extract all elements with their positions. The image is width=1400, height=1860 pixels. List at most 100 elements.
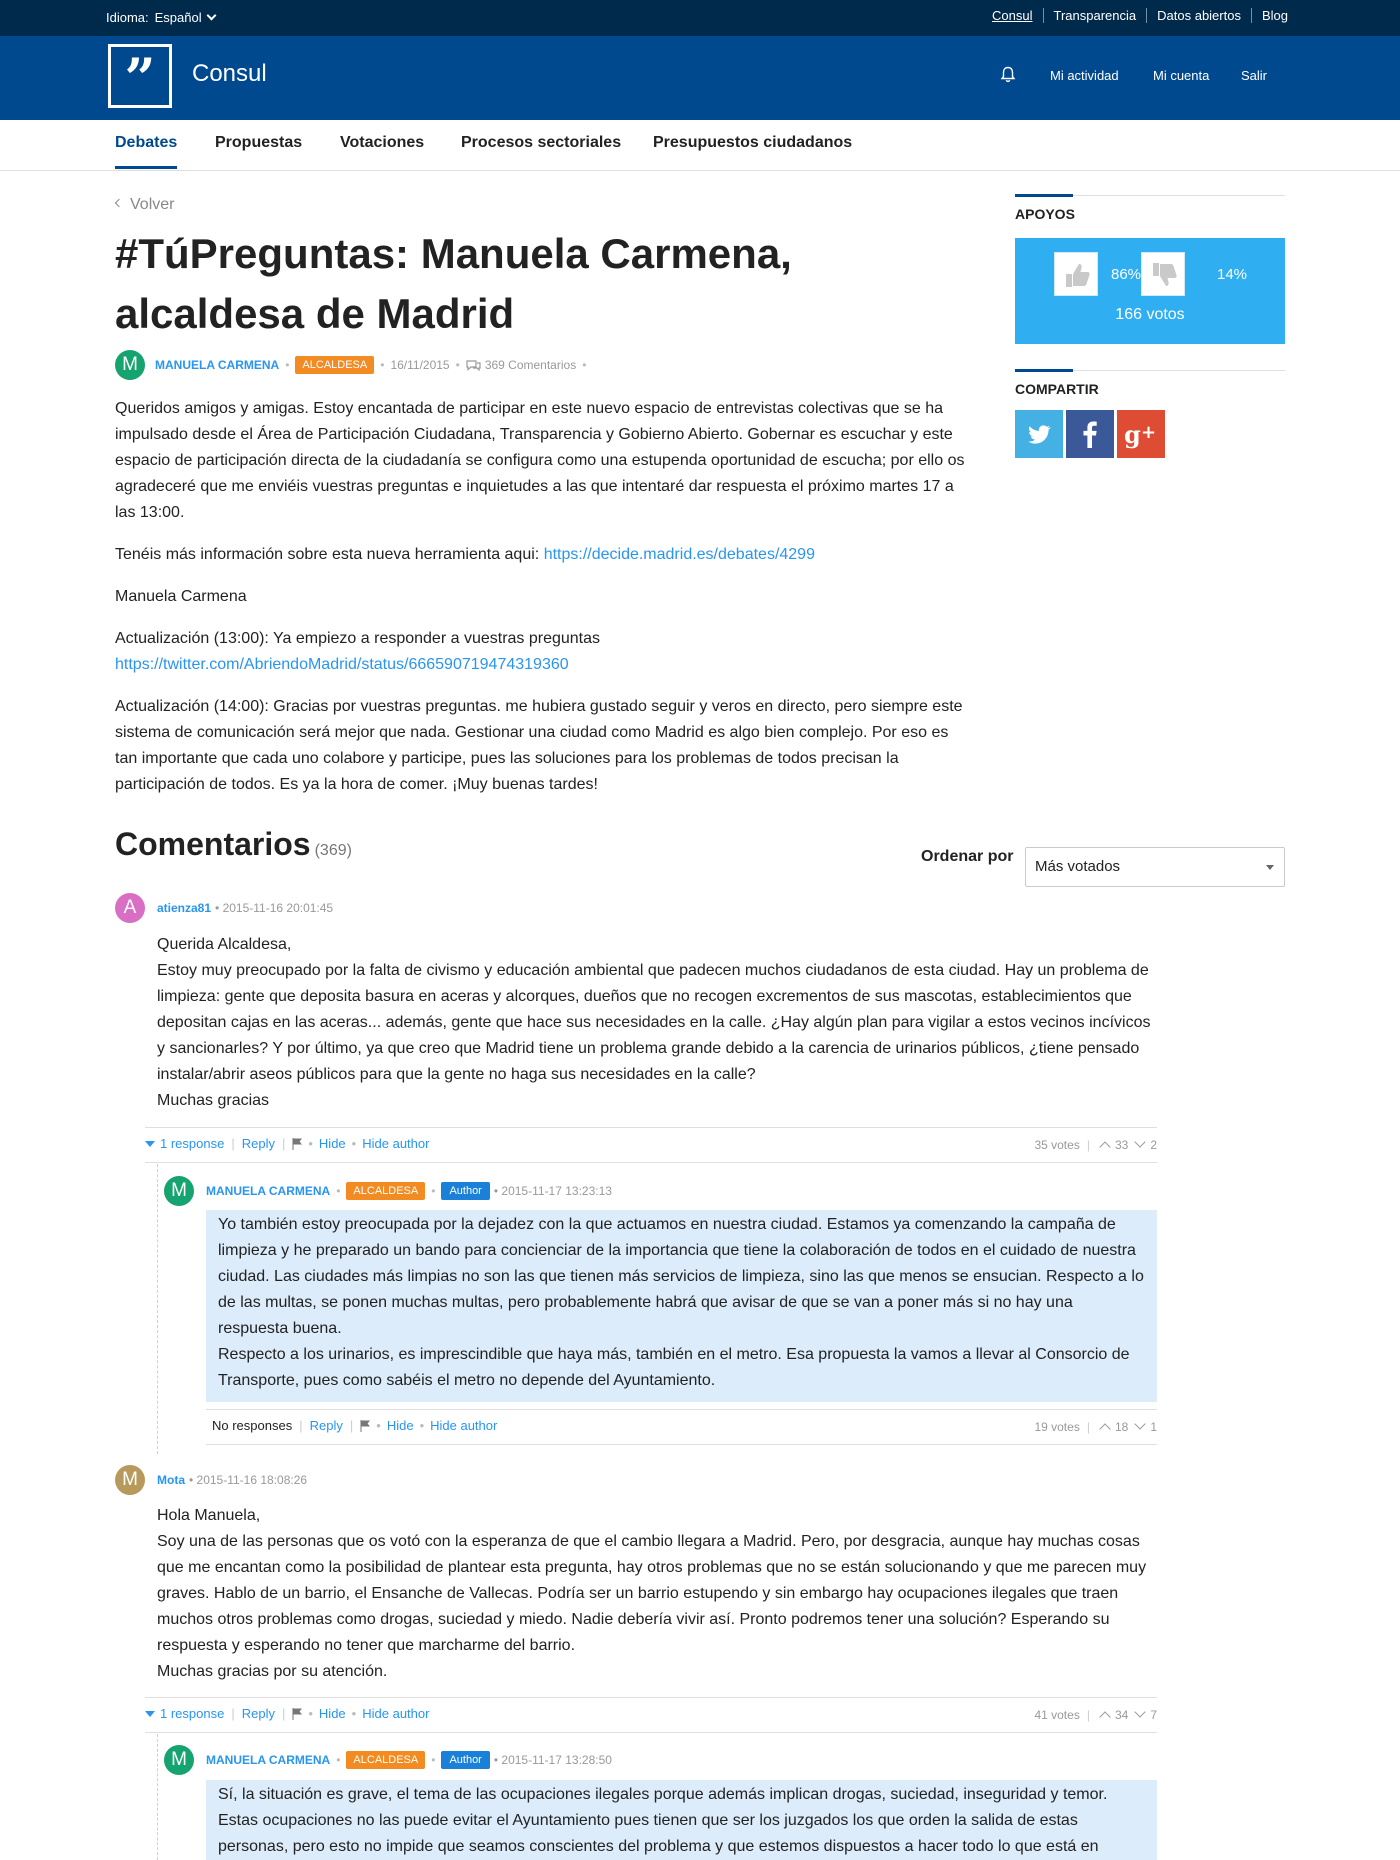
toplink-transparencia[interactable]: Transparencia xyxy=(1042,8,1147,23)
comments-count-link[interactable]: 369 Comentarios xyxy=(485,358,576,372)
avatar: M xyxy=(115,350,145,380)
vote-down-icon[interactable] xyxy=(1134,1418,1146,1430)
separator-dot: • xyxy=(351,1706,357,1721)
header-link-salir[interactable]: Salir xyxy=(1241,68,1267,83)
hide-link[interactable]: Hide xyxy=(387,1418,414,1433)
nav-item-votaciones[interactable]: Votaciones xyxy=(340,134,424,166)
reply-author[interactable]: MANUELA CARMENA xyxy=(206,1184,330,1198)
hide-author-link[interactable]: Hide author xyxy=(362,1706,429,1721)
reply-actions-left: No responses | Reply | • Hide • Hide aut… xyxy=(212,1418,497,1433)
votes-down-count: 1 xyxy=(1150,1420,1157,1434)
nav-item-presupuestos-ciudadanos[interactable]: Presupuestos ciudadanos xyxy=(653,134,852,166)
responses-toggle[interactable]: 1 response xyxy=(160,1136,224,1151)
votes-down-count: 2 xyxy=(1150,1138,1157,1152)
vote-down-icon[interactable] xyxy=(1134,1706,1146,1718)
separator-dot: • xyxy=(455,358,460,372)
separator: | xyxy=(1086,1420,1090,1434)
separator-dot: • xyxy=(336,1753,341,1767)
bell-icon[interactable] xyxy=(1000,66,1016,84)
nav-item-procesos-sectoriales[interactable]: Procesos sectoriales xyxy=(461,134,621,166)
twitter-status-link[interactable]: https://twitter.com/AbriendoMadrid/statu… xyxy=(115,656,569,673)
votes-count: 35 votes xyxy=(1034,1138,1080,1152)
logo[interactable]: ” xyxy=(108,44,172,108)
language-selector[interactable]: Idioma: Español xyxy=(106,10,217,25)
toplink-blog[interactable]: Blog xyxy=(1250,8,1288,23)
hide-author-link[interactable]: Hide author xyxy=(430,1418,497,1433)
supports-heading: APOYOS xyxy=(1015,194,1285,222)
language-value[interactable]: Español xyxy=(155,10,202,25)
reply-link[interactable]: Reply xyxy=(242,1136,275,1151)
share-facebook-button[interactable] xyxy=(1066,410,1114,458)
votes-down-count: 7 xyxy=(1150,1708,1157,1722)
comments-icon xyxy=(466,360,481,371)
order-selected-value: Más votados xyxy=(1035,858,1121,875)
reply-link[interactable]: Reply xyxy=(242,1706,275,1721)
separator-dot: • xyxy=(336,1184,341,1198)
avatar: A xyxy=(115,893,145,923)
back-link[interactable]: Volver xyxy=(114,196,175,214)
like-percentage: 86% xyxy=(1111,266,1142,283)
vote-down-icon[interactable] xyxy=(1134,1136,1146,1148)
comment-author[interactable]: atienza81 xyxy=(157,901,211,915)
debate-paragraph-text: Tenéis más información sobre esta nueva … xyxy=(115,546,540,563)
separator: | xyxy=(1086,1138,1090,1152)
chevron-down-icon xyxy=(206,10,217,21)
site-name[interactable]: Consul xyxy=(192,60,267,88)
debate-author[interactable]: MANUELA CARMENA xyxy=(155,358,279,372)
thumbs-down-icon xyxy=(1153,263,1177,286)
like-button[interactable] xyxy=(1054,252,1098,296)
caret-down-icon xyxy=(1266,865,1274,870)
official-badge: ALCALDESA xyxy=(295,356,375,374)
caret-down-icon xyxy=(145,1710,155,1717)
separator: | xyxy=(349,1418,354,1433)
reply-body: Sí, la situación es grave, el tema de la… xyxy=(206,1780,1157,1860)
dislike-button[interactable] xyxy=(1141,252,1185,296)
toplink-consul[interactable]: Consul xyxy=(992,8,1042,23)
header-link-mi-cuenta[interactable]: Mi cuenta xyxy=(1153,68,1209,83)
hide-link[interactable]: Hide xyxy=(319,1706,346,1721)
avatar: M xyxy=(115,1465,145,1495)
vote-up-icon[interactable] xyxy=(1099,1141,1111,1153)
vote-up-icon[interactable] xyxy=(1099,1423,1111,1435)
comment-body: Hola Manuela, Soy una de las personas qu… xyxy=(157,1507,1147,1680)
votes-count: 19 votes xyxy=(1034,1420,1080,1434)
separator-dot: • xyxy=(582,358,587,372)
official-badge: ALCALDESA xyxy=(346,1751,426,1769)
comment-header: A atienza81 • 2015-11-16 20:01:45 xyxy=(115,893,333,923)
vote-up-icon[interactable] xyxy=(1099,1711,1111,1723)
votes-up-count: 34 xyxy=(1114,1708,1129,1722)
flag-icon[interactable] xyxy=(360,1419,371,1432)
reply-header: M MANUELA CARMENA • ALCALDESA • Author •… xyxy=(164,1745,612,1775)
reply-author[interactable]: MANUELA CARMENA xyxy=(206,1753,330,1767)
total-votes: 166 votos xyxy=(1115,306,1185,323)
author-badge: Author xyxy=(441,1751,490,1769)
debate-body: Queridos amigos y amigas. Estoy encantad… xyxy=(115,396,975,814)
separator-dot: • xyxy=(308,1136,313,1151)
hide-link[interactable]: Hide xyxy=(319,1136,346,1151)
reply-link[interactable]: Reply xyxy=(310,1418,343,1433)
nav-item-debates[interactable]: Debates xyxy=(115,134,178,169)
supports-box: 86% 14% 166 votos xyxy=(1015,238,1285,344)
share-google-plus-button[interactable]: g + xyxy=(1117,410,1165,458)
twitter-icon xyxy=(1028,425,1051,444)
thumbs-up-icon xyxy=(1066,264,1090,287)
flag-icon[interactable] xyxy=(292,1137,303,1150)
separator: | xyxy=(231,1136,235,1151)
order-select[interactable]: Más votados xyxy=(1025,847,1285,887)
dislike-percentage: 14% xyxy=(1217,266,1248,283)
flag-icon[interactable] xyxy=(292,1707,303,1720)
responses-toggle[interactable]: 1 response xyxy=(160,1706,224,1721)
comment-author[interactable]: Mota xyxy=(157,1473,185,1487)
debate-paragraph-text: Actualización (13:00): Ya empiezo a resp… xyxy=(115,630,601,647)
avatar: M xyxy=(164,1745,194,1775)
comments-heading: Comentarios (369) xyxy=(115,826,352,863)
header-link-mi-actividad[interactable]: Mi actividad xyxy=(1050,68,1119,83)
toplink-datos-abiertos[interactable]: Datos abiertos xyxy=(1146,8,1251,23)
votes-up-count: 33 xyxy=(1114,1138,1129,1152)
nav-item-propuestas[interactable]: Propuestas xyxy=(215,134,302,166)
hide-author-link[interactable]: Hide author xyxy=(362,1136,429,1151)
debate-info-link[interactable]: https://decide.madrid.es/debates/4299 xyxy=(544,546,815,563)
reply-body: Yo también estoy preocupada por la dejad… xyxy=(206,1210,1157,1402)
back-label: Volver xyxy=(130,196,175,213)
share-twitter-button[interactable] xyxy=(1015,410,1063,458)
